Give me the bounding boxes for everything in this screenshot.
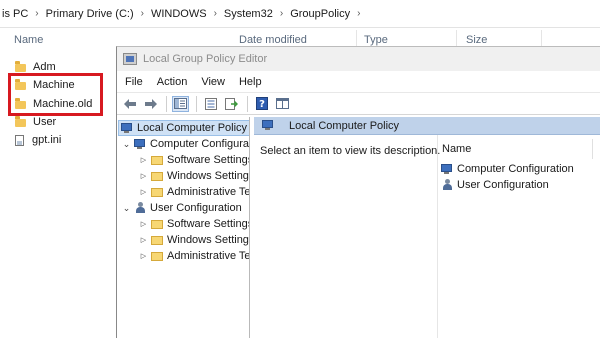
list-item-label: Computer Configuration	[457, 163, 574, 175]
tree-item-computer-configuration[interactable]: ⌄ Computer Configura	[122, 136, 249, 152]
address-bar[interactable]: is PC › Primary Drive (C:) › WINDOWS › S…	[0, 0, 600, 28]
details-header-title: Local Computer Policy	[289, 119, 400, 132]
gpedit-app-icon	[123, 53, 137, 65]
breadcrumb-item[interactable]: WINDOWS	[151, 8, 207, 20]
details-header: Local Computer Policy	[254, 117, 600, 135]
chevron-right-icon[interactable]: ▷	[139, 220, 148, 228]
gpedit-window: Local Group Policy Editor File Action Vi…	[116, 46, 600, 338]
chevron-right-icon[interactable]: ▷	[139, 172, 148, 180]
user-icon	[441, 179, 454, 191]
column-divider[interactable]	[592, 139, 593, 159]
chevron-down-icon[interactable]: ⌄	[122, 203, 131, 214]
pane-divider[interactable]	[437, 135, 438, 338]
toolbar-divider	[196, 95, 197, 112]
details-pane: Local Computer Policy Select an item to …	[254, 117, 600, 338]
chevron-right-icon: ›	[213, 8, 217, 19]
toolbar-divider	[247, 95, 248, 112]
tree-label: Software Settings	[167, 154, 250, 166]
title-bar[interactable]: Local Group Policy Editor	[117, 47, 600, 71]
chevron-right-icon: ›	[35, 8, 39, 19]
tree-label: Windows Setting	[167, 234, 249, 246]
toolbar: ?	[117, 93, 600, 115]
computer-policy-icon	[121, 122, 134, 134]
computer-policy-icon	[262, 120, 275, 131]
folder-icon	[151, 171, 163, 181]
column-header-name[interactable]: Name	[14, 34, 43, 52]
menu-bar: File Action View Help	[117, 71, 600, 93]
back-icon[interactable]	[121, 96, 138, 112]
menu-help[interactable]: Help	[239, 76, 262, 88]
file-label: User	[33, 116, 57, 129]
tree-label: Software Settings	[167, 218, 250, 230]
export-list-icon[interactable]	[223, 96, 240, 112]
file-label: gpt.ini	[32, 134, 62, 147]
breadcrumb-item[interactable]: Primary Drive (C:)	[46, 8, 134, 20]
user-icon	[134, 202, 147, 214]
tree-root-local-computer-policy[interactable]: Local Computer Policy	[118, 120, 249, 136]
chevron-right-icon: ›	[140, 8, 144, 19]
tree-item-administrative-templates[interactable]: ▷ Administrative Te	[139, 184, 250, 200]
chevron-right-icon: ›	[279, 8, 284, 19]
computer-icon	[441, 163, 454, 175]
show-tree-icon[interactable]	[172, 95, 189, 112]
folder-icon	[15, 61, 26, 73]
list-item-computer-configuration[interactable]: Computer Configuration	[441, 161, 574, 177]
view-icon[interactable]	[274, 96, 291, 112]
chevron-down-icon[interactable]: ⌄	[122, 139, 131, 150]
properties-icon[interactable]	[202, 96, 219, 112]
description-text: Select an item to view its description.	[260, 145, 441, 157]
highlight-box	[8, 73, 103, 116]
column-header-name[interactable]: Name	[442, 143, 471, 155]
chevron-right-icon[interactable]: ▷	[139, 188, 148, 196]
folder-icon	[151, 187, 163, 197]
menu-action[interactable]: Action	[157, 76, 188, 88]
tree-label: Administrative Te	[167, 186, 250, 198]
tree-label: Administrative Te	[167, 250, 250, 262]
forward-icon[interactable]	[142, 96, 159, 112]
toolbar-divider	[166, 95, 167, 112]
tree-label: Local Computer Policy	[137, 122, 248, 134]
tree-item-user-configuration[interactable]: ⌄ User Configuration	[122, 200, 242, 216]
tree-item-windows-settings[interactable]: ▷ Windows Setting	[139, 232, 249, 248]
svg-text:?: ?	[259, 99, 265, 110]
list-item[interactable]: gpt.ini	[15, 131, 92, 149]
menu-file[interactable]: File	[125, 76, 143, 88]
folder-icon	[151, 155, 163, 165]
breadcrumb-item[interactable]: System32	[224, 8, 273, 20]
list-item-label: User Configuration	[457, 179, 549, 191]
folder-icon	[151, 251, 163, 261]
editor-body: Local Computer Policy ⌄ Computer Configu…	[117, 117, 600, 338]
folder-icon	[151, 219, 163, 229]
folder-icon	[151, 235, 163, 245]
tree-label: Windows Setting	[167, 170, 249, 182]
chevron-right-icon[interactable]: ▷	[139, 236, 148, 244]
chevron-right-icon: ›	[357, 8, 361, 19]
breadcrumb-item[interactable]: GroupPolicy	[290, 8, 350, 20]
tree-item-software-settings[interactable]: ▷ Software Settings	[139, 152, 250, 168]
tree-item-software-settings[interactable]: ▷ Software Settings	[139, 216, 250, 232]
tree-label: Computer Configura	[150, 138, 250, 150]
help-icon[interactable]: ?	[253, 96, 270, 112]
folder-icon	[15, 116, 26, 128]
window-title: Local Group Policy Editor	[143, 53, 268, 65]
chevron-right-icon[interactable]: ▷	[139, 156, 148, 164]
computer-icon	[134, 138, 147, 150]
menu-view[interactable]: View	[201, 76, 225, 88]
breadcrumb-item[interactable]: is PC	[2, 8, 28, 20]
file-label: Adm	[33, 61, 56, 74]
tree-label: User Configuration	[150, 202, 242, 214]
tree-item-windows-settings[interactable]: ▷ Windows Setting	[139, 168, 249, 184]
tree-item-administrative-templates[interactable]: ▷ Administrative Te	[139, 248, 250, 264]
chevron-right-icon[interactable]: ▷	[139, 252, 148, 260]
list-item-user-configuration[interactable]: User Configuration	[441, 177, 549, 193]
tree-pane[interactable]: Local Computer Policy ⌄ Computer Configu…	[117, 117, 250, 338]
file-icon	[15, 134, 24, 146]
